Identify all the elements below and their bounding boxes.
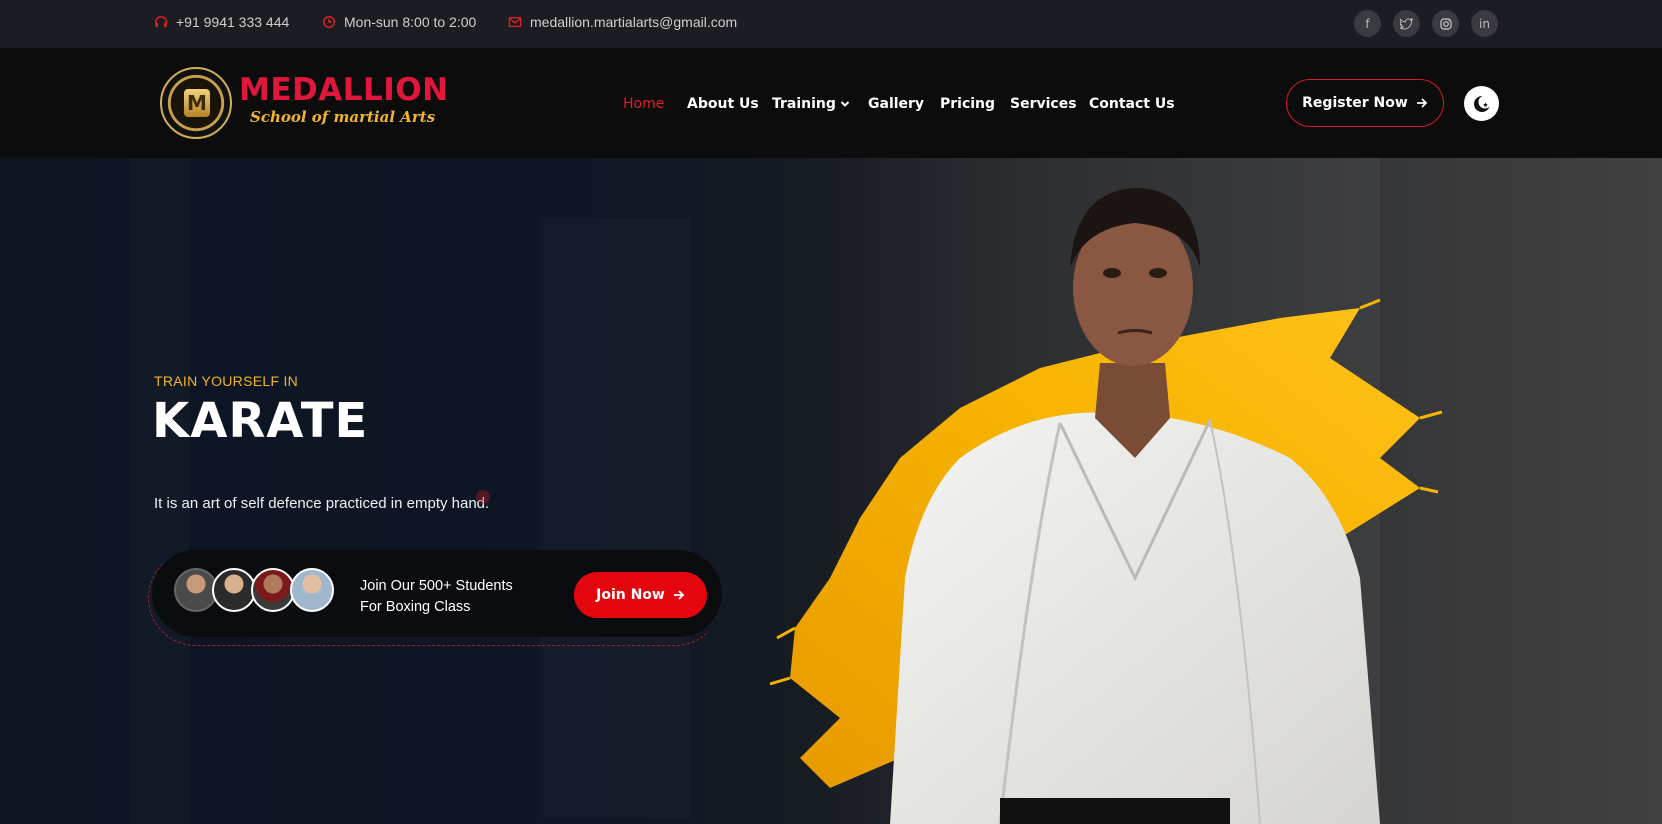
nav-training-label: Training <box>772 96 836 112</box>
main-header: M MEDALLION School of martial Arts Home … <box>0 48 1662 158</box>
phone-info[interactable]: +91 9941 333 444 <box>154 14 289 30</box>
logo-subtitle: School of martial Arts <box>250 108 436 126</box>
twitter-bird-icon <box>1400 17 1413 29</box>
nav-contact-us[interactable]: Contact Us <box>1089 96 1175 112</box>
top-info-bar: +91 9941 333 444 Mon-sun 8:00 to 2:00 me… <box>0 0 1662 49</box>
nav-about-label: About Us <box>687 96 759 112</box>
register-label: Register Now <box>1302 95 1408 111</box>
nav-services[interactable]: Services <box>1010 96 1077 112</box>
instagram-icon[interactable] <box>1432 10 1459 37</box>
linkedin-icon[interactable]: in <box>1471 10 1498 37</box>
moon-icon <box>1473 95 1491 112</box>
email-info[interactable]: medallion.martialarts@gmail.com <box>508 14 737 30</box>
hero-description: It is an art of self defence practiced i… <box>154 495 490 512</box>
email-text: medallion.martialarts@gmail.com <box>530 14 738 30</box>
join-line-2: For Boxing Class <box>360 599 471 615</box>
clock-icon <box>323 16 335 28</box>
student-avatar <box>212 568 256 612</box>
hero-kicker: TRAIN YOURSELF IN <box>154 373 299 389</box>
nav-home[interactable]: Home <box>623 96 664 112</box>
black-belt <box>1000 798 1230 824</box>
nav-training[interactable]: Training <box>772 96 850 112</box>
join-students-text: Join Our 500+ Students For Boxing Class <box>360 576 513 618</box>
join-now-button[interactable]: Join Now <box>574 572 707 618</box>
logo-title[interactable]: MEDALLION <box>239 72 449 108</box>
register-now-button[interactable]: Register Now <box>1286 79 1444 127</box>
nav-pricing-label: Pricing <box>940 96 996 112</box>
hours-info: Mon-sun 8:00 to 2:00 <box>322 14 476 30</box>
join-now-label: Join Now <box>596 587 665 603</box>
nav-services-label: Services <box>1010 96 1077 112</box>
arrow-right-icon <box>673 590 685 600</box>
hero-section: TRAIN YOURSELF IN KARATE It is an art of… <box>0 158 1662 824</box>
karate-gi <box>890 412 1380 824</box>
nav-contact-label: Contact Us <box>1089 96 1175 112</box>
logo-m-emblem: M <box>184 89 210 117</box>
nav-pricing[interactable]: Pricing <box>940 96 995 112</box>
nav-gallery-label: Gallery <box>868 96 925 112</box>
chevron-down-icon <box>840 101 850 107</box>
join-line-1: Join Our 500+ Students <box>360 578 513 594</box>
mail-icon <box>508 16 522 28</box>
headphones-icon <box>155 16 167 28</box>
theme-toggle-button[interactable] <box>1464 86 1499 121</box>
nav-about-us[interactable]: About Us <box>687 96 759 112</box>
arrow-right-icon <box>1416 98 1428 108</box>
hero-title: KARATE <box>152 393 369 449</box>
nav-gallery[interactable]: Gallery <box>868 96 924 112</box>
student-avatar <box>290 568 334 612</box>
hero-illustration <box>769 188 1443 824</box>
student-avatar <box>251 568 295 612</box>
hours-text: Mon-sun 8:00 to 2:00 <box>344 14 477 30</box>
logo-badge[interactable]: M <box>160 67 232 139</box>
twitter-icon[interactable] <box>1393 10 1420 37</box>
nav-home-label: Home <box>623 96 665 112</box>
phone-text: +91 9941 333 444 <box>176 14 290 30</box>
facebook-icon[interactable]: f <box>1354 10 1381 37</box>
decorative-dot <box>476 490 490 504</box>
instagram-glyph-icon <box>1439 17 1452 30</box>
